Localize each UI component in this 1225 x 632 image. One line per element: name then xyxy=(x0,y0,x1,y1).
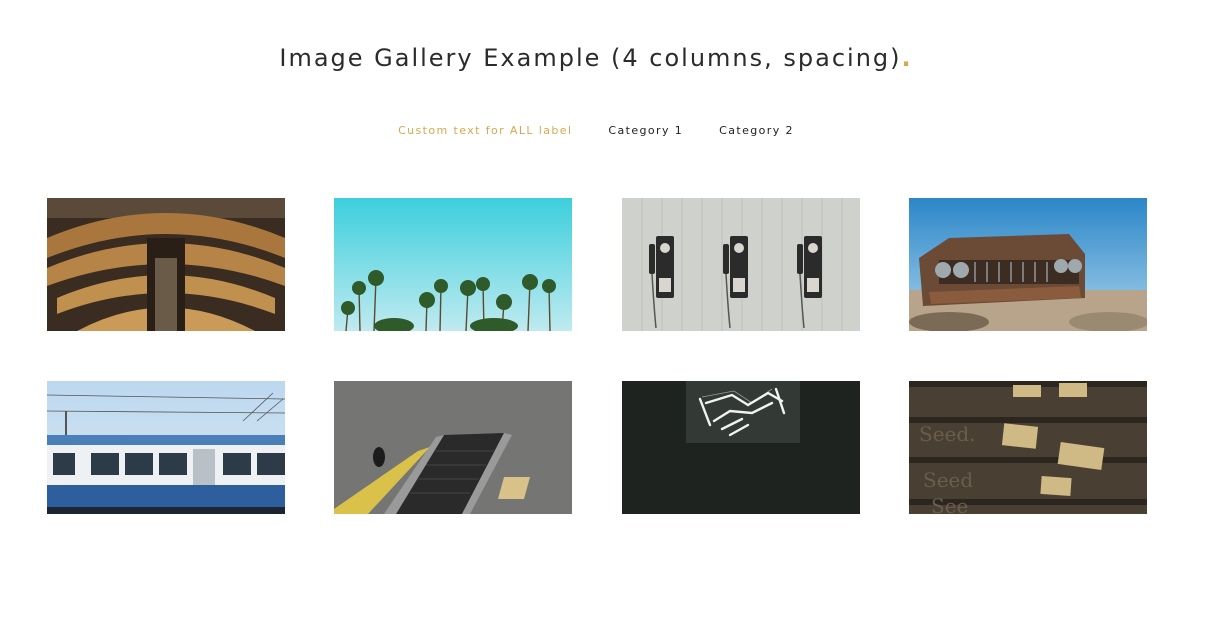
tram-image xyxy=(47,381,285,514)
title-accent-dot: . xyxy=(901,44,913,72)
neon-handshake-image xyxy=(622,381,860,514)
page-title-text: Image Gallery Example (4 columns, spacin… xyxy=(279,44,902,72)
library-arches-image xyxy=(47,198,285,331)
gallery-item-conveyor-belt[interactable] xyxy=(334,381,572,514)
gallery-item-palm-trees[interactable] xyxy=(334,198,572,331)
gallery-item-tram[interactable] xyxy=(47,381,285,514)
svg-text:Seed: Seed xyxy=(923,468,973,492)
filter-category-1[interactable]: Category 1 xyxy=(608,124,683,137)
rusty-car-image xyxy=(909,198,1147,331)
svg-text:See: See xyxy=(931,494,968,514)
gallery-item-seed-drawers[interactable]: Seed. Seed See xyxy=(909,381,1147,514)
gallery-item-payphones[interactable] xyxy=(622,198,860,331)
svg-text:Seed.: Seed. xyxy=(919,422,976,446)
palm-trees-image xyxy=(334,198,572,331)
payphones-image xyxy=(622,198,860,331)
gallery-item-neon-handshake[interactable] xyxy=(622,381,860,514)
gallery-page: Image Gallery Example (4 columns, spacin… xyxy=(0,0,1225,632)
conveyor-belt-image xyxy=(334,381,572,514)
gallery-item-library-arches[interactable] xyxy=(47,198,285,331)
page-title: Image Gallery Example (4 columns, spacin… xyxy=(0,44,1192,72)
seed-drawers-image: Seed. Seed See xyxy=(909,381,1147,514)
filter-all[interactable]: Custom text for ALL label xyxy=(398,124,572,137)
gallery-item-rusty-car[interactable] xyxy=(909,198,1147,331)
category-filter-bar: Custom text for ALL label Category 1 Cat… xyxy=(0,124,1192,137)
filter-category-2[interactable]: Category 2 xyxy=(719,124,794,137)
